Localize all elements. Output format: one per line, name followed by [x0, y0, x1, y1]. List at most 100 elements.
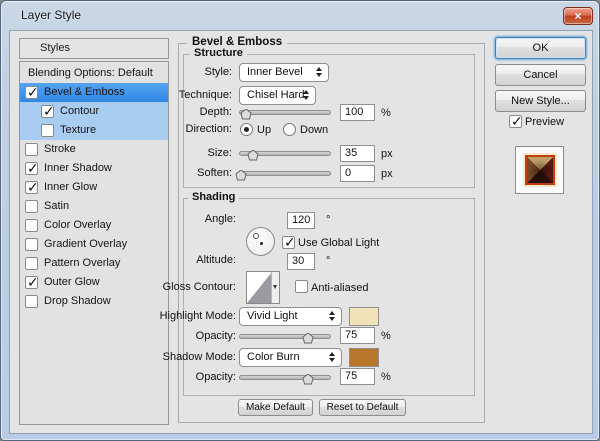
sidebar-item-checkbox[interactable]: ✓ — [41, 104, 55, 118]
sidebar-item-label: Texture — [60, 124, 97, 136]
sidebar-item[interactable]: Gradient Overlay — [20, 235, 168, 254]
highlight-opacity-input[interactable]: 75 — [340, 327, 375, 344]
soften-slider-thumb[interactable] — [235, 168, 247, 181]
highlight-opacity-slider[interactable] — [239, 330, 331, 344]
sidebar-item-checkbox[interactable] — [25, 238, 38, 251]
soften-input[interactable]: 0 — [340, 165, 375, 182]
title-bar[interactable]: Layer Style × — [1, 1, 599, 30]
gloss-contour-picker[interactable] — [246, 271, 280, 304]
size-slider-thumb[interactable] — [247, 148, 259, 161]
make-default-button[interactable]: Make Default — [238, 399, 313, 416]
technique-label: Technique: — [178, 89, 232, 101]
sidebar-item-checkbox[interactable]: ✓ — [25, 180, 39, 194]
sidebar-item[interactable]: ✓ Contour — [20, 102, 168, 121]
highlight-color-swatch[interactable] — [349, 307, 379, 326]
cancel-button[interactable]: Cancel — [495, 64, 586, 86]
ok-button[interactable]: OK — [495, 37, 586, 59]
sidebar-item-label: Inner Shadow — [44, 162, 112, 174]
shading-legend: Shading — [188, 191, 240, 203]
highlight-opacity-track[interactable] — [239, 334, 331, 339]
sidebar-item-label: Bevel & Emboss — [44, 86, 125, 98]
reset-to-default-button[interactable]: Reset to Default — [319, 399, 406, 416]
soften-label: Soften: — [197, 167, 232, 179]
sidebar-item[interactable]: Drop Shadow — [20, 292, 168, 311]
shadow-mode-value: Color Burn — [247, 351, 300, 363]
sidebar-item-label: Stroke — [44, 143, 76, 155]
sidebar-item-checkbox[interactable] — [25, 257, 38, 270]
sidebar-item-checkbox[interactable] — [25, 143, 38, 156]
highlight-opacity-unit: % — [381, 330, 391, 342]
technique-dropdown[interactable]: Chisel Hard — [239, 86, 316, 105]
style-value: Inner Bevel — [247, 66, 303, 78]
sidebar-item[interactable]: ✓ Inner Glow — [20, 178, 168, 197]
shadow-opacity-label: Opacity: — [195, 371, 236, 383]
angle-dial[interactable] — [246, 227, 275, 256]
sidebar-item[interactable]: Color Overlay — [20, 216, 168, 235]
direction-up-radio[interactable] — [240, 123, 253, 136]
style-dropdown[interactable]: Inner Bevel — [239, 63, 329, 82]
sidebar-item[interactable]: Pattern Overlay — [20, 254, 168, 273]
sidebar-item[interactable]: Satin — [20, 197, 168, 216]
shadow-opacity-input[interactable]: 75 — [340, 368, 375, 385]
depth-unit: % — [381, 107, 391, 119]
depth-slider[interactable] — [239, 106, 331, 120]
contour-dropdown-arrow-icon — [271, 272, 279, 303]
altitude-input[interactable]: 30 — [287, 253, 315, 270]
sidebar-item[interactable]: ✓ Outer Glow — [20, 273, 168, 292]
shadow-opacity-track[interactable] — [239, 375, 331, 380]
sidebar-item[interactable]: Stroke — [20, 140, 168, 159]
sidebar-item[interactable]: Blending Options: Default — [20, 64, 168, 83]
size-label: Size: — [207, 147, 232, 159]
sidebar-item-checkbox[interactable] — [25, 219, 38, 232]
depth-input[interactable]: 100 — [340, 104, 375, 121]
highlight-mode-dropdown[interactable]: Vivid Light — [239, 307, 342, 326]
sidebar-item-label: Pattern Overlay — [44, 257, 121, 269]
preview-glow — [523, 153, 557, 187]
highlight-mode-label: Highlight Mode: — [159, 310, 236, 322]
sidebar-item-checkbox[interactable]: ✓ — [25, 275, 39, 289]
sidebar-item-label: Inner Glow — [44, 181, 98, 193]
anti-aliased-checkbox[interactable] — [295, 280, 308, 293]
size-input[interactable]: 35 — [340, 145, 375, 162]
direction-up-label: Up — [257, 124, 272, 136]
sidebar-item[interactable]: ✓ Bevel & Emboss — [20, 83, 168, 102]
spinner-arrows-icon — [303, 90, 310, 100]
close-button[interactable]: × — [563, 7, 593, 25]
layer-style-dialog: Layer Style × Styles Blending Options: D… — [0, 0, 600, 441]
shadow-color-swatch[interactable] — [349, 348, 379, 367]
soften-slider[interactable] — [235, 167, 331, 181]
shadow-opacity-thumb[interactable] — [302, 372, 314, 385]
close-icon: × — [574, 9, 582, 23]
depth-slider-track[interactable] — [239, 110, 331, 115]
highlight-opacity-thumb[interactable] — [302, 331, 314, 344]
sidebar-item-checkbox[interactable] — [41, 124, 54, 137]
sidebar-item-checkbox[interactable]: ✓ — [25, 85, 39, 99]
preview-ring — [525, 155, 555, 185]
gloss-contour-label: Gloss Contour: — [162, 281, 236, 293]
use-global-light-checkbox[interactable]: ✓ — [282, 235, 296, 249]
sidebar-item-label: Contour — [60, 105, 100, 117]
technique-value: Chisel Hard — [247, 89, 305, 101]
depth-slider-thumb[interactable] — [240, 107, 252, 120]
shadow-mode-label: Shadow Mode: — [162, 351, 236, 363]
sidebar-item-checkbox[interactable] — [25, 200, 38, 213]
shadow-opacity-slider[interactable] — [239, 371, 331, 385]
soften-slider-track[interactable] — [239, 171, 331, 176]
altitude-unit: ° — [326, 255, 331, 267]
sidebar-item-checkbox[interactable]: ✓ — [25, 161, 39, 175]
shadow-mode-dropdown[interactable]: Color Burn — [239, 348, 342, 367]
direction-down-radio[interactable] — [283, 123, 296, 136]
sidebar-item-checkbox[interactable] — [25, 295, 38, 308]
altitude-label: Altitude: — [196, 254, 236, 266]
dialog-window: Layer Style × Styles Blending Options: D… — [0, 0, 600, 441]
spinner-arrows-icon — [316, 67, 323, 77]
depth-label: Depth: — [199, 106, 232, 118]
preview-checkbox[interactable]: ✓ — [509, 114, 523, 128]
new-style-button[interactable]: New Style... — [495, 90, 586, 112]
size-slider[interactable] — [239, 147, 331, 161]
sidebar-item-label: Blending Options: Default — [28, 67, 153, 79]
sidebar-item[interactable]: Texture — [20, 121, 168, 140]
angle-input[interactable]: 120 — [287, 212, 315, 229]
structure-legend: Structure — [190, 47, 247, 59]
sidebar-item[interactable]: ✓ Inner Shadow — [20, 159, 168, 178]
